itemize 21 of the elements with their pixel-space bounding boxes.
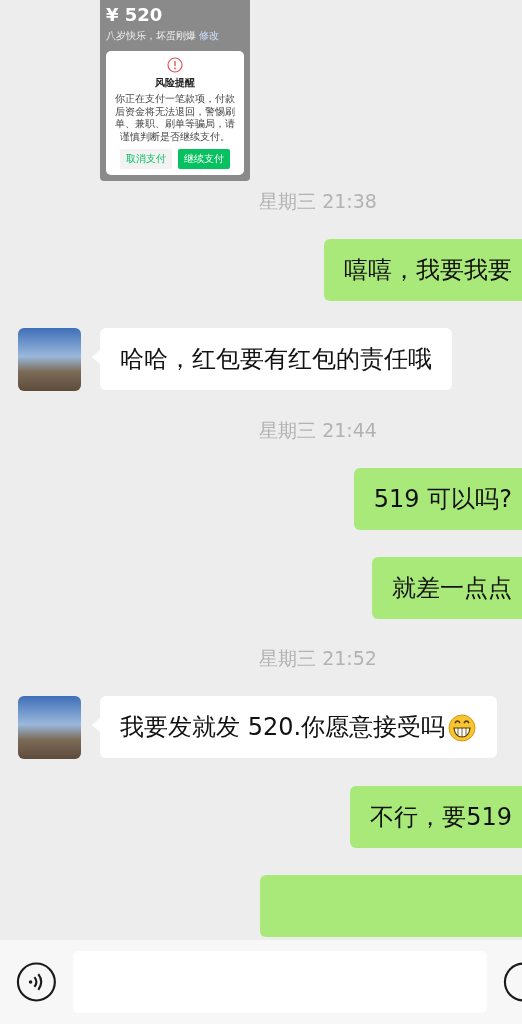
message-bubble: 519 可以吗?	[353, 468, 522, 530]
cancel-button[interactable]: 取消支付	[120, 149, 172, 169]
payment-note: 八岁快乐，坏蛋刚爆 修改	[106, 29, 220, 43]
timestamp: 星期三 21:52	[259, 646, 377, 671]
timestamp: 星期三 21:38	[259, 189, 377, 214]
warning-icon	[167, 57, 183, 73]
voice-icon[interactable]	[16, 961, 57, 1003]
dialog-title: 风险提醒	[155, 76, 195, 90]
message-bubble: 哈哈，红包要有红包的责任哦	[100, 328, 452, 390]
avatar-photo-placeholder[interactable]	[18, 696, 81, 759]
message-bubble: 我要发就发 520.你愿意接受吗	[100, 696, 498, 758]
timestamp: 星期三 21:44	[259, 418, 377, 443]
shared-screenshot[interactable]: ¥ 520 八岁快乐，坏蛋刚爆 修改 风险提醒 你正在支付一笔款项，付款后资金将无法退回，警惕刷单、兼职、刷单等骗局，请谨慎判断是否继续支付。 取消支付 继续支付	[100, 0, 250, 181]
avatar-photo-placeholder[interactable]	[18, 328, 81, 391]
message-bubble: 不行，要519	[350, 786, 522, 848]
message-bubble: 就差一点点	[372, 557, 522, 619]
message-bubble: 嘻嘻，我要我要	[324, 239, 522, 301]
continue-button[interactable]: 继续支付	[178, 149, 230, 169]
edit-link[interactable]: 修改	[199, 30, 219, 41]
dialog-message: 你正在支付一笔款项，付款后资金将无法退回，警惕刷单、兼职、刷单等骗局，请谨慎判断是否继续支付。	[114, 93, 236, 143]
payment-amount: ¥ 520	[106, 4, 164, 25]
